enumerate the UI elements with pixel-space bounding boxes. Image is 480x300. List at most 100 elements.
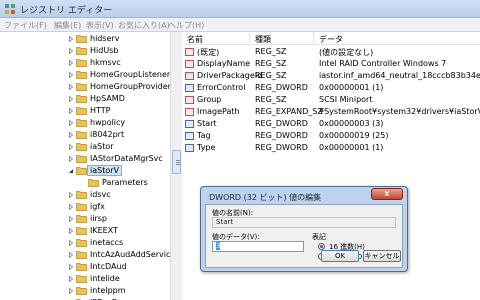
column-divider[interactable] — [249, 33, 250, 43]
value-type: REG_SZ — [255, 71, 287, 80]
expand-arrow-icon[interactable] — [68, 84, 74, 90]
value-data: (値の設定なし) — [319, 48, 374, 57]
tree-item-label: HpSAMD — [90, 94, 125, 103]
dialog-close-button[interactable]: x — [371, 188, 403, 200]
menu-help[interactable]: ヘルプ(H) — [168, 20, 204, 31]
ok-button[interactable]: OK — [321, 250, 359, 262]
expand-arrow-icon[interactable] — [68, 156, 74, 162]
folder-icon — [76, 142, 87, 151]
expand-arrow-icon[interactable] — [68, 276, 74, 282]
value-type: REG_SZ — [255, 47, 287, 56]
expand-arrow-icon[interactable] — [68, 264, 74, 270]
binary-value-icon — [185, 84, 194, 92]
tree-item[interactable]: Parameters — [0, 177, 170, 189]
column-data[interactable]: データ — [319, 34, 343, 45]
expand-arrow-icon[interactable] — [68, 216, 74, 222]
folder-icon — [76, 106, 87, 115]
value-data-input[interactable]: 3 — [212, 241, 304, 252]
value-name: DisplayName — [197, 59, 251, 68]
value-type: REG_DWORD — [255, 131, 308, 140]
expand-arrow-icon[interactable] — [68, 252, 74, 258]
tree-item[interactable]: iaStor — [0, 141, 170, 153]
tree-item[interactable]: HpSAMD — [0, 93, 170, 105]
tree-item[interactable]: i8042prt — [0, 129, 170, 141]
expand-arrow-icon[interactable] — [68, 96, 74, 102]
close-icon: x — [384, 189, 390, 198]
tree-item-label: Parameters — [102, 178, 148, 187]
value-row[interactable]: DriverPackageId REG_SZ iastor.inf_amd64_ne… — [183, 70, 480, 82]
folder-icon — [76, 262, 87, 271]
tree-item[interactable]: igfx — [0, 201, 170, 213]
value-row[interactable]: ImagePath REG_EXPAND_SZ ¥SystemRoot¥system… — [183, 106, 480, 118]
expand-arrow-icon[interactable] — [68, 240, 74, 246]
value-row[interactable]: Tag REG_DWORD 0x00000019 (25) — [183, 130, 480, 142]
tree-item-label: hwpolicy — [90, 118, 126, 127]
folder-icon — [76, 226, 87, 235]
expand-arrow-icon[interactable] — [68, 48, 74, 54]
tree-item[interactable]: inetaccs — [0, 237, 170, 249]
menu-file[interactable]: ファイル(F) — [4, 20, 47, 31]
tree-item-label: iaStorV — [87, 165, 122, 176]
tree-item-label: HTTP — [90, 106, 111, 115]
expand-arrow-icon[interactable] — [68, 192, 74, 198]
tree-item[interactable]: HTTP — [0, 105, 170, 117]
folder-icon — [76, 118, 87, 127]
tree-item-label: HidUsb — [90, 46, 119, 55]
folder-icon — [76, 202, 87, 211]
tree-item[interactable]: IntcAzAudAddService — [0, 249, 170, 261]
expand-arrow-icon[interactable] — [68, 60, 74, 66]
expand-arrow-icon[interactable] — [68, 288, 74, 294]
expand-arrow-icon[interactable] — [68, 120, 74, 126]
radio-hex[interactable] — [318, 243, 325, 250]
column-name[interactable]: 名前 — [187, 34, 203, 45]
expand-arrow-icon[interactable] — [68, 36, 74, 42]
tree-item[interactable]: IAStorDataMgrSvc — [0, 153, 170, 165]
expand-arrow-icon[interactable] — [68, 228, 74, 234]
expand-arrow-icon[interactable] — [68, 144, 74, 150]
value-type: REG_DWORD — [255, 83, 308, 92]
scrollbar-thumb[interactable] — [172, 150, 181, 174]
value-row[interactable]: (既定) REG_SZ (値の設定なし) — [183, 46, 480, 58]
tree-item[interactable]: HomeGroupProvider — [0, 81, 170, 93]
cancel-button[interactable]: キャンセル — [363, 250, 401, 262]
value-row[interactable]: ErrorControl REG_DWORD 0x00000001 (1) — [183, 82, 480, 94]
base-group-label: 表記 — [312, 233, 326, 241]
tree-item[interactable]: hkmsvc — [0, 57, 170, 69]
tree-item[interactable]: IntcDAud — [0, 261, 170, 273]
tree-item[interactable]: HidUsb — [0, 45, 170, 57]
expand-arrow-icon[interactable] — [68, 132, 74, 138]
title-bar: レジストリ エディター — [0, 0, 480, 18]
scroll-grip — [176, 162, 180, 163]
tree-item[interactable]: iaStorV — [0, 165, 170, 177]
value-row[interactable]: Group REG_SZ SCSI Miniport — [183, 94, 480, 106]
value-data: 0x00000019 (25) — [319, 131, 389, 140]
tree-item-label: iaStor — [90, 142, 114, 151]
column-divider[interactable] — [313, 33, 314, 43]
menu-bar: ファイル(F) 編集(E) 表示(V) お気に入り(A) ヘルプ(H) — [0, 18, 480, 32]
value-row[interactable]: DisplayName REG_SZ Intel RAID Controller W… — [183, 58, 480, 70]
folder-icon — [76, 34, 87, 43]
menu-view[interactable]: 表示(V) — [86, 20, 114, 31]
expand-arrow-icon[interactable] — [68, 204, 74, 210]
tree-item[interactable]: hidserv — [0, 33, 170, 45]
tree-item[interactable]: iirsp — [0, 213, 170, 225]
value-row[interactable]: Type REG_DWORD 0x00000001 (1) — [183, 142, 480, 154]
tree-item-label: IAStorDataMgrSvc — [90, 154, 163, 163]
value-data-text: 3 — [216, 242, 221, 250]
tree-item[interactable]: intelppm — [0, 285, 170, 297]
value-data: SCSI Miniport — [319, 95, 373, 104]
value-row[interactable]: Start REG_DWORD 0x00000003 (3) — [183, 118, 480, 130]
tree-item[interactable]: idsvc — [0, 189, 170, 201]
expand-arrow-icon[interactable] — [68, 72, 74, 78]
column-type[interactable]: 種類 — [255, 34, 271, 45]
tree-item[interactable]: IKEEXT — [0, 225, 170, 237]
expand-arrow-icon[interactable] — [68, 108, 74, 114]
menu-edit[interactable]: 編集(E) — [54, 20, 81, 31]
tree-scrollbar[interactable] — [170, 32, 182, 300]
value-data: 0x00000001 (1) — [319, 143, 384, 152]
tree-item[interactable]: hwpolicy — [0, 117, 170, 129]
tree-item[interactable]: intelide — [0, 273, 170, 285]
menu-favorites[interactable]: お気に入り(A) — [118, 20, 170, 31]
tree-item[interactable]: HomeGroupListener — [0, 69, 170, 81]
collapse-arrow-icon[interactable] — [68, 168, 74, 174]
